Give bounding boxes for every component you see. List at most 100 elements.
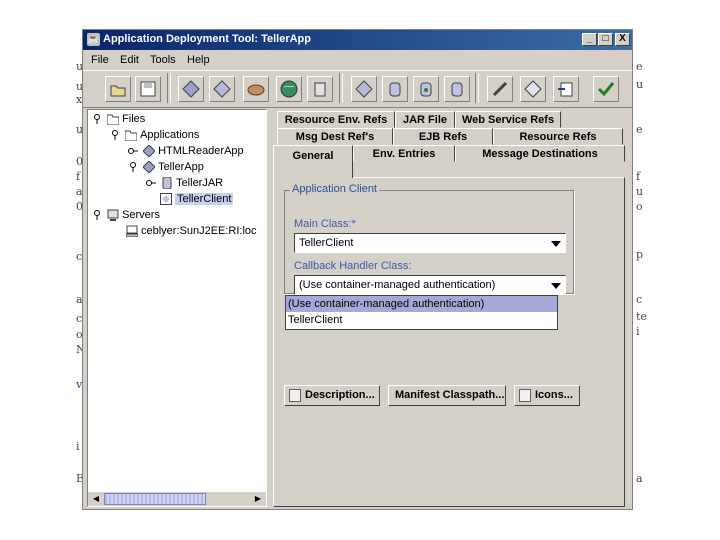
dropdown-option[interactable]: TellerClient: [286, 312, 557, 328]
server-add-icon[interactable]: [307, 76, 333, 102]
expand-key-icon[interactable]: [92, 114, 102, 125]
document-edit-icon[interactable]: [520, 76, 546, 102]
tree-label: TellerClient: [175, 193, 234, 205]
menu-bar: File Edit Tools Help: [83, 51, 632, 69]
menu-help[interactable]: Help: [187, 54, 210, 66]
button-label: Manifest Classpath...: [395, 389, 505, 401]
jar-refresh-icon[interactable]: [413, 76, 439, 102]
main-class-value: TellerClient: [299, 237, 354, 249]
tab-env-entries[interactable]: Env. Entries: [353, 145, 455, 162]
scroll-left-icon[interactable]: ◀: [89, 493, 103, 505]
toolbar-separator: [167, 73, 171, 103]
menu-tools[interactable]: Tools: [150, 54, 176, 66]
scroll-right-icon[interactable]: ▶: [251, 493, 265, 505]
scroll-thumb[interactable]: [104, 493, 206, 505]
background-text: e: [636, 123, 643, 136]
tree-node-tellerjar[interactable]: TellerJAR: [146, 176, 223, 190]
maximize-button[interactable]: □: [598, 33, 613, 46]
chevron-down-icon[interactable]: [551, 241, 561, 247]
tab-jar-file[interactable]: JAR File: [395, 111, 455, 128]
tree-label: HTMLReaderApp: [158, 145, 244, 157]
tree-node-applications[interactable]: Applications: [110, 128, 199, 142]
expand-key-icon[interactable]: [110, 130, 120, 141]
window-title: Application Deployment Tool: TellerApp: [103, 33, 311, 45]
dropdown-option[interactable]: (Use container-managed authentication): [286, 296, 557, 312]
app-logo-icon: ☕: [87, 33, 100, 46]
button-label: Description...: [305, 389, 375, 401]
tree-label: Applications: [140, 129, 200, 141]
description-button[interactable]: Description...: [284, 385, 380, 406]
manifest-classpath-button[interactable]: Manifest Classpath...: [388, 385, 506, 406]
main-class-select[interactable]: TellerClient: [294, 233, 566, 253]
image-icon: [519, 389, 531, 402]
tree-node-files[interactable]: Files: [92, 112, 145, 126]
properties-pane: Resource Env. Refs JAR File Web Service …: [273, 109, 629, 507]
globe-icon[interactable]: [276, 76, 302, 102]
general-tab-panel: Application Client Main Class:* TellerCl…: [273, 177, 625, 507]
servers-icon: [107, 209, 119, 222]
title-bar[interactable]: ☕ Application Deployment Tool: TellerApp…: [83, 30, 632, 50]
background-text: f: [76, 170, 81, 183]
diamond-select-icon[interactable]: [209, 76, 235, 102]
document-arrow-icon[interactable]: [553, 76, 579, 102]
background-text: c: [636, 293, 643, 306]
tree-label: TellerApp: [158, 161, 204, 173]
background-text: o: [636, 200, 643, 213]
tree-node-htmlreaderapp[interactable]: HTMLReaderApp: [128, 144, 244, 158]
client-icon: [160, 193, 172, 206]
minimize-button[interactable]: _: [582, 33, 597, 46]
diamond-add-icon[interactable]: [351, 76, 377, 102]
tab-resource-env-refs[interactable]: Resource Env. Refs: [277, 111, 395, 128]
tree-label: Files: [122, 113, 146, 125]
tab-msg-dest-refs[interactable]: Msg Dest Ref's: [277, 128, 393, 145]
horizontal-scrollbar[interactable]: ◀ ▶: [88, 492, 266, 506]
tree-node-tellerclient[interactable]: TellerClient: [160, 192, 234, 206]
diamond-star-icon[interactable]: [178, 76, 204, 102]
tab-message-destinations[interactable]: Message Destinations: [455, 145, 625, 162]
tree-node-tellerapp[interactable]: TellerApp: [128, 160, 204, 174]
main-class-label: Main Class:*: [294, 218, 356, 230]
tree-node-servers[interactable]: Servers: [92, 208, 160, 222]
icons-button[interactable]: Icons...: [514, 385, 580, 406]
collapse-key-icon[interactable]: [128, 146, 138, 156]
tab-general[interactable]: General: [273, 145, 353, 178]
collapse-key-icon[interactable]: [146, 178, 156, 188]
toolbar-separator: [339, 73, 343, 103]
callback-handler-value: (Use container-managed authentication): [299, 279, 496, 291]
open-folder-icon[interactable]: [105, 76, 131, 102]
expand-key-icon[interactable]: [92, 210, 102, 221]
background-text: p: [636, 248, 644, 261]
tab-resource-refs[interactable]: Resource Refs: [493, 128, 623, 145]
tab-ejb-refs[interactable]: EJB Refs: [393, 128, 493, 145]
application-window: ☕ Application Deployment Tool: TellerApp…: [82, 29, 633, 510]
background-text: te: [636, 310, 647, 323]
background-text: u: [636, 78, 644, 91]
callback-handler-select[interactable]: (Use container-managed authentication): [294, 275, 566, 295]
background-text: f: [636, 170, 641, 183]
diamond-edit-icon[interactable]: [487, 76, 513, 102]
jar-icon: [161, 176, 173, 190]
tree-node-server-entry[interactable]: ceblyer:SunJ2EE:RI:loc: [125, 224, 257, 238]
expand-key-icon[interactable]: [128, 162, 138, 173]
group-title: Application Client: [290, 183, 379, 195]
computer-icon: [125, 225, 139, 238]
tree-label: ceblyer:SunJ2EE:RI:loc: [141, 225, 257, 237]
jar-add-icon[interactable]: [382, 76, 408, 102]
checkmark-icon[interactable]: [593, 76, 619, 102]
tree-label: TellerJAR: [176, 177, 224, 189]
menu-file[interactable]: File: [91, 54, 109, 66]
menu-edit[interactable]: Edit: [120, 54, 139, 66]
save-icon[interactable]: [135, 76, 161, 102]
folder-icon: [106, 113, 120, 126]
chevron-down-icon[interactable]: [551, 283, 561, 289]
folder-icon: [124, 129, 138, 142]
background-text: e: [636, 60, 643, 73]
tab-web-service-refs[interactable]: Web Service Refs: [455, 111, 561, 128]
application-diamond-icon: [142, 144, 156, 158]
background-text: i: [76, 440, 80, 453]
callback-handler-dropdown: (Use container-managed authentication) T…: [285, 295, 558, 330]
document-icon: [289, 389, 301, 402]
close-button[interactable]: X: [615, 33, 630, 46]
jar-verify-icon[interactable]: [444, 76, 470, 102]
cup-icon[interactable]: [243, 76, 269, 102]
